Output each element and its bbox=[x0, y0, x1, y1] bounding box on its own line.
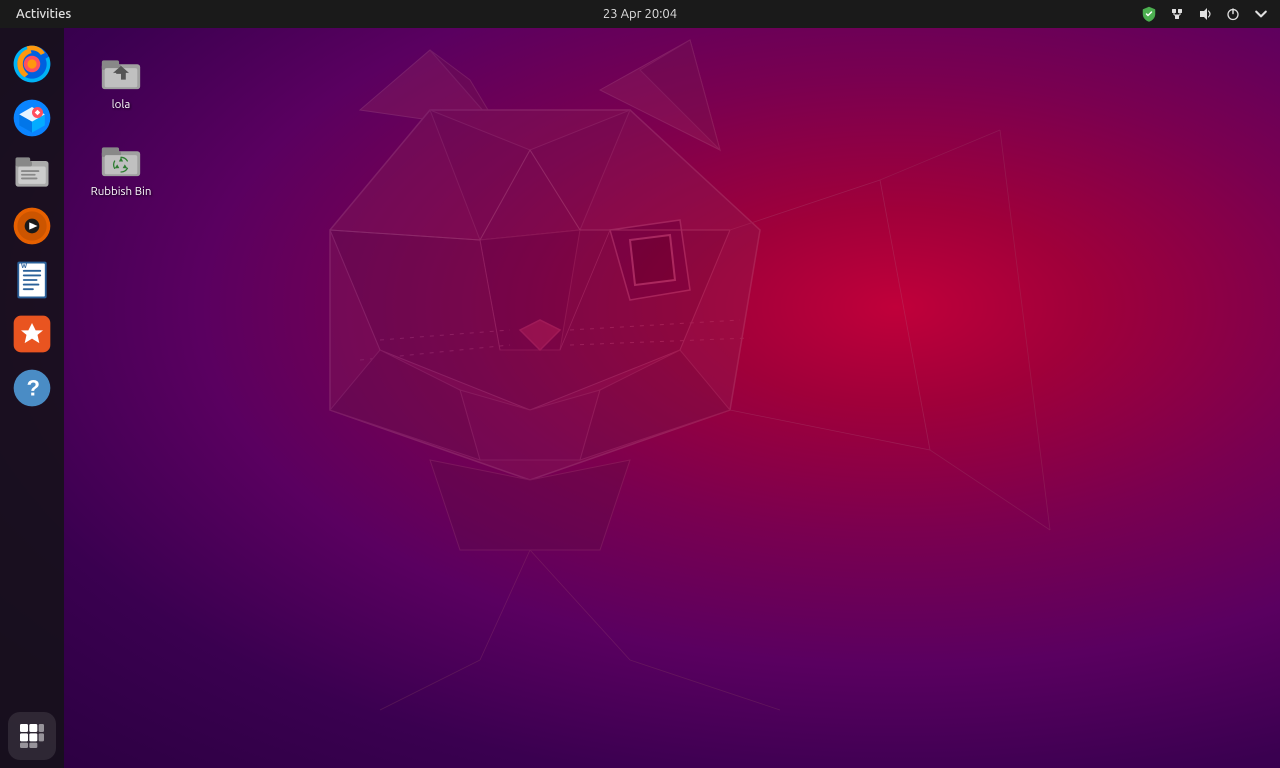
desktop-icon-rubbish-bin[interactable]: Rubbish Bin bbox=[76, 127, 166, 206]
home-folder-label: lola bbox=[112, 98, 131, 113]
desktop-icon-home[interactable]: lola bbox=[76, 40, 166, 119]
show-applications-button[interactable] bbox=[8, 712, 56, 760]
desktop: Activities 23 Apr 20:04 bbox=[0, 0, 1280, 768]
system-menu-arrow-icon[interactable] bbox=[1250, 3, 1272, 25]
security-indicator-icon[interactable] bbox=[1138, 3, 1160, 25]
sound-icon[interactable] bbox=[1194, 3, 1216, 25]
rubbish-bin-label: Rubbish Bin bbox=[91, 185, 152, 200]
dock-item-files[interactable] bbox=[8, 148, 56, 196]
desktop-icons: lola bbox=[64, 28, 264, 218]
home-folder-icon bbox=[97, 46, 145, 94]
activities-button[interactable]: Activities bbox=[8, 0, 79, 28]
svg-text:?: ? bbox=[27, 375, 40, 400]
dock-item-thunderbird[interactable] bbox=[8, 94, 56, 142]
dock-item-libreoffice-writer[interactable]: W bbox=[8, 256, 56, 304]
topbar: Activities 23 Apr 20:04 bbox=[0, 0, 1280, 28]
power-icon[interactable] bbox=[1222, 3, 1244, 25]
rubbish-bin-icon bbox=[97, 133, 145, 181]
dock-item-help[interactable]: ? bbox=[8, 364, 56, 412]
svg-text:W: W bbox=[21, 263, 27, 270]
network-icon[interactable] bbox=[1166, 3, 1188, 25]
topbar-left: Activities bbox=[8, 0, 79, 28]
topbar-right bbox=[1138, 3, 1272, 25]
dock-item-ubuntu-software[interactable] bbox=[8, 310, 56, 358]
dock-item-firefox[interactable] bbox=[8, 40, 56, 88]
dock-item-rhythmbox[interactable] bbox=[8, 202, 56, 250]
topbar-datetime[interactable]: 23 Apr 20:04 bbox=[603, 7, 677, 21]
cat-illustration bbox=[180, 30, 1080, 730]
dock: W ? bbox=[0, 28, 64, 768]
